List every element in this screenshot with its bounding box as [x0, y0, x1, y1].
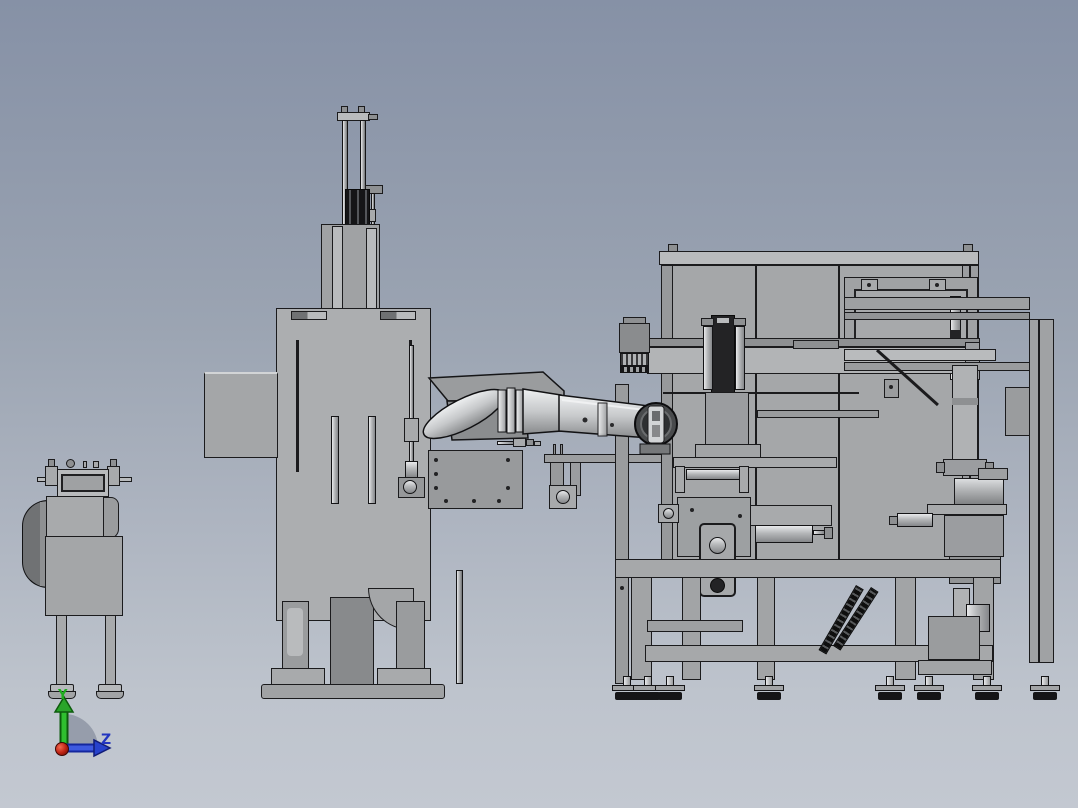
- wrist-slot2: [652, 425, 660, 437]
- stepper-motor: [619, 323, 650, 353]
- foot-plate: [972, 685, 1002, 691]
- indexer-dial-gear: [709, 537, 726, 554]
- z-axis-label: Z: [101, 732, 111, 748]
- frame-leg4: [895, 577, 916, 680]
- foot-plate: [655, 685, 685, 691]
- side-motor-tip: [889, 516, 898, 525]
- orientation-triad: Y Z: [53, 688, 112, 758]
- forearm-screw1: [582, 417, 588, 423]
- cylinder-left: [703, 326, 713, 390]
- work-cyl-bracket-left: [675, 466, 685, 493]
- vertical-slide: [952, 365, 978, 462]
- cylinder-nut-left: [701, 318, 714, 326]
- foot-plate: [875, 685, 905, 691]
- foot-disc: [878, 692, 902, 700]
- machine-foot: [914, 676, 944, 701]
- vertical-slide-band: [952, 398, 978, 405]
- z-slide-block: [705, 392, 749, 445]
- lower-block: [928, 616, 980, 660]
- frame-top-beam: [659, 251, 979, 265]
- machine-foot: [972, 676, 1002, 701]
- station-beam1: [844, 297, 1030, 310]
- under-rail-edge: [663, 392, 859, 394]
- machine-foot: [655, 676, 685, 701]
- forearm-band: [597, 402, 608, 437]
- gantry-carriage: [793, 340, 839, 349]
- table-dot: [738, 514, 742, 518]
- work-rail: [673, 457, 837, 468]
- z-column: [711, 315, 735, 393]
- upright-bolt: [620, 586, 624, 590]
- clip-dot: [935, 283, 939, 287]
- foot-plate: [914, 685, 944, 691]
- frame-mid-beam: [615, 559, 1001, 578]
- side-block-right: [750, 505, 832, 526]
- frame-stub-beam: [647, 620, 743, 632]
- sub-rail: [757, 410, 879, 418]
- work-cyl-bracket-right: [739, 466, 749, 493]
- cylinder-nut-right: [733, 318, 746, 326]
- table-dot: [690, 508, 694, 512]
- x-axis-origin-sphere: [55, 742, 69, 756]
- y-axis-label: Y: [57, 688, 68, 703]
- forearm-screw2: [610, 423, 614, 427]
- frame-pipe-band: [950, 330, 961, 338]
- station-linear-rail: [844, 349, 996, 361]
- z-column-cap-mark: [717, 318, 729, 323]
- foot-disc: [658, 692, 682, 700]
- foot-plate: [754, 685, 784, 691]
- triad-shadow-disc: [64, 714, 98, 748]
- machine-foot: [754, 676, 784, 701]
- cross-knob-left: [936, 462, 945, 473]
- clip-dot: [867, 283, 871, 287]
- robot-wrist-flange: [639, 443, 671, 455]
- cad-viewport[interactable]: Y Z: [0, 0, 1078, 808]
- station-beam3: [844, 362, 1030, 371]
- machine-foot: [1030, 676, 1060, 701]
- cylinder-right: [735, 326, 745, 390]
- lower-plate: [918, 660, 992, 675]
- guard-panel-line: [1038, 319, 1040, 663]
- turntable-drum: [954, 478, 1004, 505]
- guard-panel-bracket: [1005, 387, 1031, 436]
- bracket-beam: [978, 468, 1008, 480]
- robot-elbow-ring1: [497, 389, 507, 433]
- robot-arm: [422, 371, 678, 455]
- side-motor: [897, 513, 933, 527]
- foot-disc: [917, 692, 941, 700]
- guard-panel: [1029, 319, 1054, 663]
- bracket-hole: [889, 385, 893, 389]
- robot-elbow-ring3: [515, 389, 524, 433]
- foot-disc: [975, 692, 999, 700]
- foot-disc: [757, 692, 781, 700]
- foot-plate: [1030, 685, 1060, 691]
- work-cylinder: [686, 469, 743, 480]
- horizontal-cylinder: [755, 525, 813, 543]
- wrist-slot1: [652, 411, 660, 421]
- bearing-circle: [663, 508, 674, 519]
- station-beam2: [844, 312, 1030, 320]
- robot-cone-link: [522, 388, 562, 435]
- robot-elbow-ring2: [506, 387, 516, 434]
- cylinder-rod-cap: [824, 527, 833, 539]
- frame-leg3: [757, 577, 775, 680]
- turntable-support: [944, 515, 1004, 557]
- turntable-table: [927, 504, 1007, 515]
- indexer-dial-dark: [710, 578, 725, 593]
- foot-disc: [1033, 692, 1057, 700]
- machine-foot: [875, 676, 905, 701]
